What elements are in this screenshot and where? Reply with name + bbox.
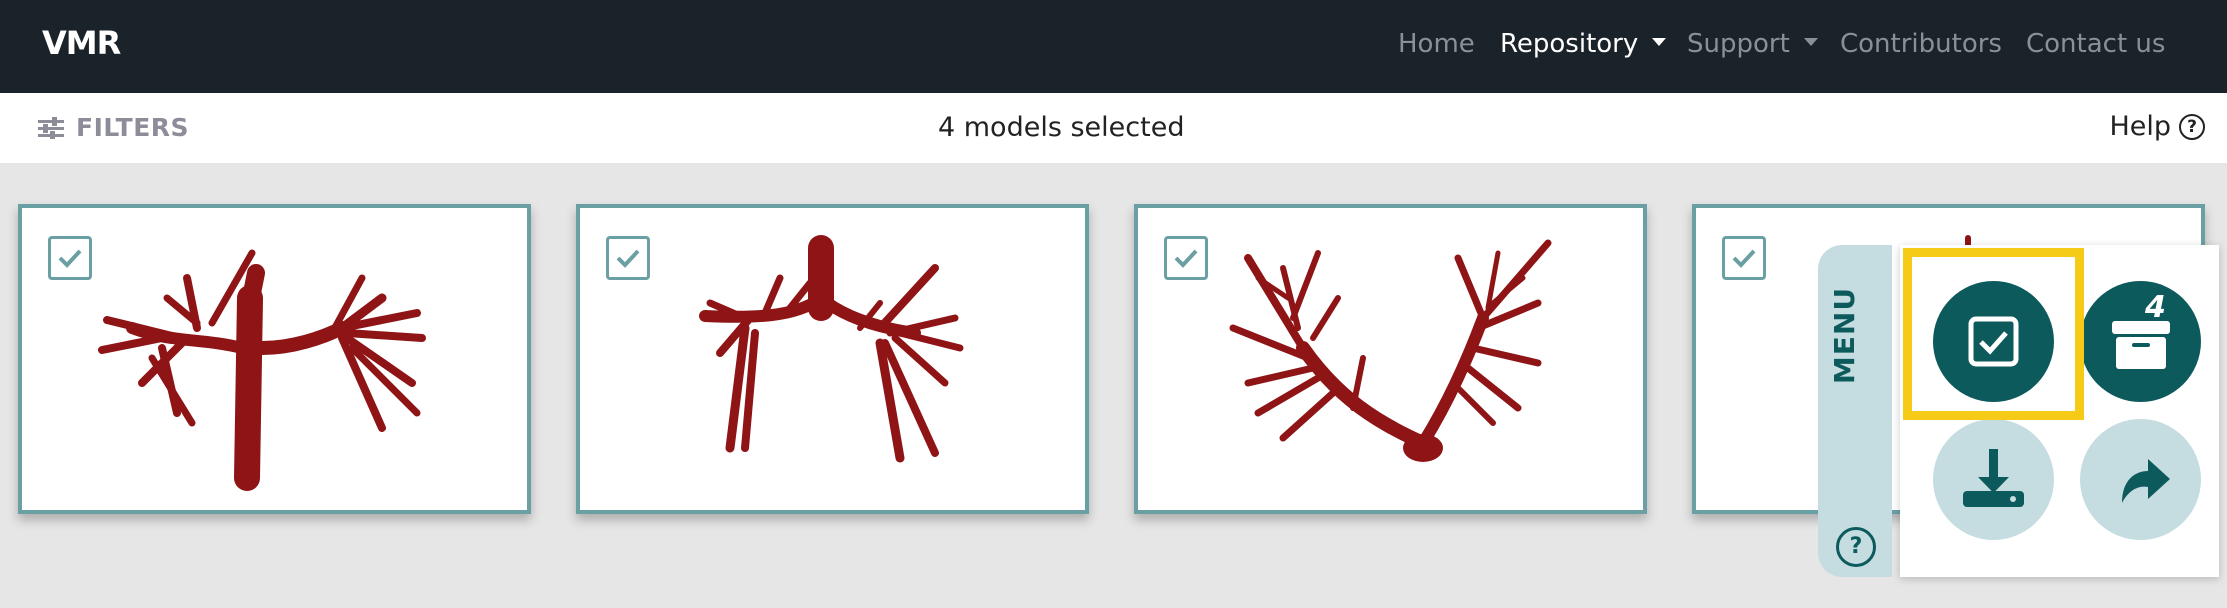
nav-support[interactable]: Support (1687, 29, 1818, 59)
filter-bar: FILTERS 4 models selected Help ? (0, 93, 2227, 163)
model-card[interactable] (1134, 204, 1647, 514)
nav-support-label: Support (1687, 29, 1790, 59)
question-circle-icon[interactable]: ? (1836, 527, 1876, 567)
selected-count-text: 4 models selected (938, 112, 1185, 143)
top-navbar: VMR Home Repository Support Contributors… (0, 0, 2227, 93)
filters-label: FILTERS (76, 113, 190, 142)
nav-repository[interactable]: Repository (1500, 29, 1667, 59)
chevron-down-icon (1652, 37, 1667, 46)
model-card[interactable] (18, 204, 531, 514)
question-circle-icon: ? (2179, 113, 2205, 140)
nav-repository-label: Repository (1500, 29, 1639, 59)
brand-logo[interactable]: VMR (42, 24, 121, 62)
highlight-frame (1903, 248, 2084, 420)
vascular-model-icon (699, 235, 964, 463)
filters-button[interactable]: FILTERS (38, 113, 189, 142)
archive-box-icon (2112, 321, 2170, 369)
download-icon (1963, 449, 2024, 507)
vascular-model-icon (98, 249, 426, 491)
nav-home[interactable]: Home (1398, 29, 1475, 59)
share-arrow-icon (2122, 459, 2170, 503)
menu-label-wrap: MENU (1826, 275, 1884, 395)
sliders-icon (38, 116, 64, 139)
nav-contributors[interactable]: Contributors (1840, 29, 2002, 59)
menu-tab[interactable]: MENU ? (1818, 245, 1892, 577)
help-link[interactable]: Help ? (2109, 111, 2205, 142)
model-card[interactable] (576, 204, 1089, 514)
archive-count-badge: 4 (2145, 290, 2166, 325)
share-button[interactable] (2080, 419, 2201, 540)
download-button[interactable] (1933, 419, 2054, 540)
nav-contact-us[interactable]: Contact us (2026, 29, 2165, 59)
chevron-down-icon (1803, 37, 1818, 46)
archive-button[interactable] (2080, 281, 2201, 402)
menu-label: MENU (1828, 286, 1862, 385)
help-label: Help (2109, 111, 2171, 142)
vascular-model-icon (1229, 239, 1552, 462)
